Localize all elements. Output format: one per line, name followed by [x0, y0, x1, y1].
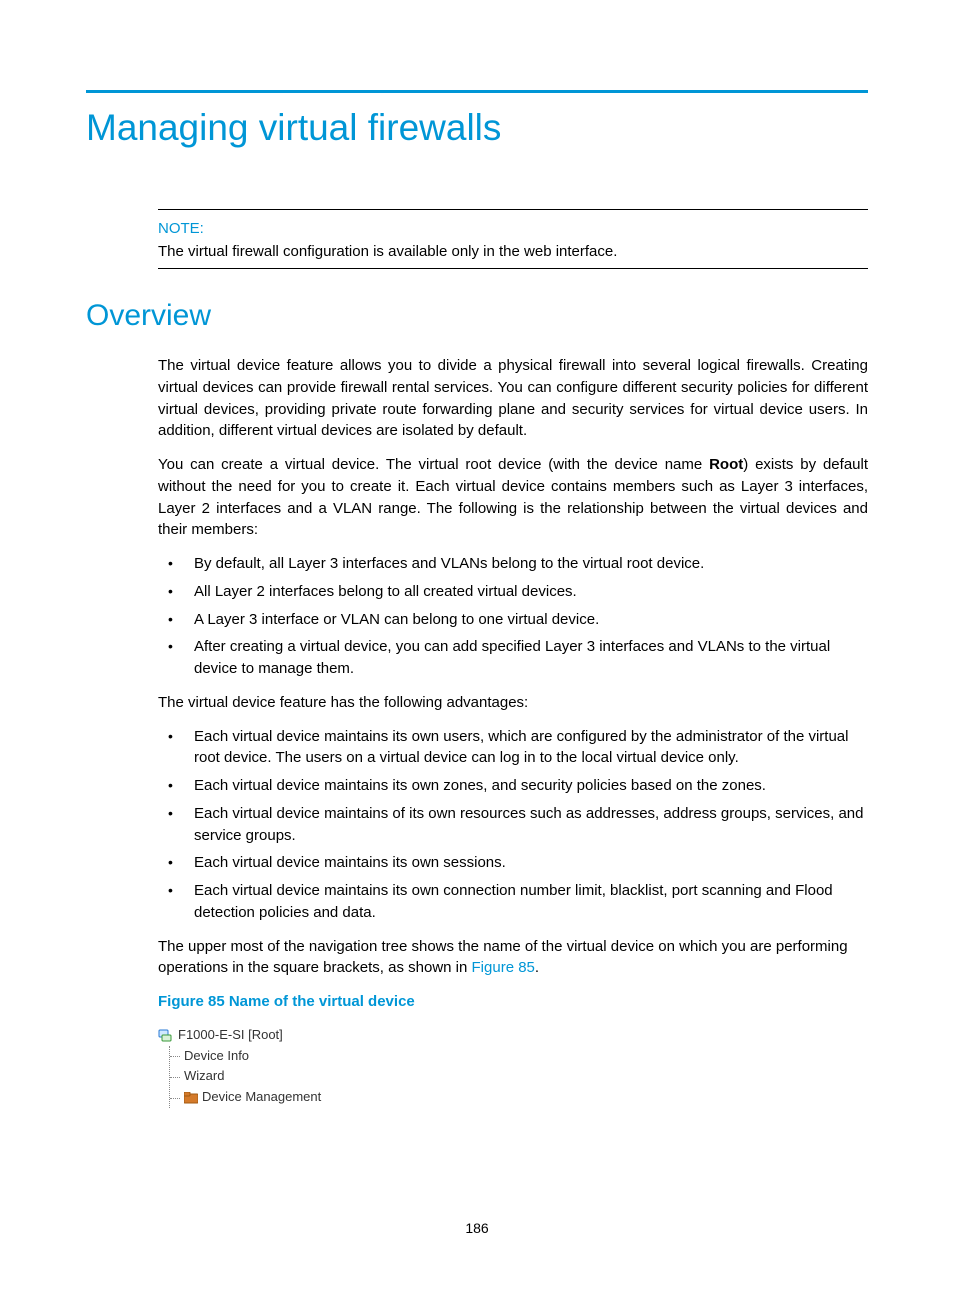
nav-tree-item-label: Wizard — [184, 1066, 224, 1087]
nav-tree-item: Wizard — [170, 1066, 868, 1087]
body-content: The virtual device feature allows you to… — [158, 355, 868, 1108]
page: Managing virtual firewalls NOTE: The vir… — [0, 0, 954, 1296]
device-root-icon — [158, 1028, 172, 1042]
figure-link[interactable]: Figure 85 — [472, 959, 535, 976]
list-item: Each virtual device maintains its own co… — [158, 880, 868, 924]
figure-caption: Figure 85 Name of the virtual device — [158, 991, 868, 1013]
text: . — [535, 959, 539, 976]
nav-tree-root-label: F1000-E-SI [Root] — [178, 1025, 283, 1046]
nav-tree-item: Device Info — [170, 1046, 868, 1067]
nav-tree-root: F1000-E-SI [Root] — [158, 1025, 868, 1046]
list-item: Each virtual device maintains of its own… — [158, 803, 868, 847]
list-item: All Layer 2 interfaces belong to all cre… — [158, 581, 868, 603]
list-item: Each virtual device maintains its own us… — [158, 726, 868, 770]
folder-icon — [184, 1091, 198, 1105]
paragraph: The upper most of the navigation tree sh… — [158, 936, 868, 980]
list-item: By default, all Layer 3 interfaces and V… — [158, 553, 868, 575]
nav-tree-children: Device Info Wizard Device Management — [169, 1046, 868, 1108]
list-item: After creating a virtual device, you can… — [158, 636, 868, 680]
list-item: A Layer 3 interface or VLAN can belong t… — [158, 609, 868, 631]
list-item: Each virtual device maintains its own zo… — [158, 775, 868, 797]
bullet-list: Each virtual device maintains its own us… — [158, 726, 868, 924]
note-block: NOTE: The virtual firewall configuration… — [158, 209, 868, 269]
list-item: Each virtual device maintains its own se… — [158, 852, 868, 874]
paragraph: The virtual device feature has the follo… — [158, 692, 868, 714]
title-rule — [86, 90, 868, 93]
note-label: NOTE: — [158, 220, 868, 237]
paragraph: You can create a virtual device. The vir… — [158, 454, 868, 541]
note-text: The virtual firewall configuration is av… — [158, 243, 868, 260]
nav-tree-item-label: Device Info — [184, 1046, 249, 1067]
section-heading-overview: Overview — [86, 299, 868, 333]
text: You can create a virtual device. The vir… — [158, 456, 709, 473]
bullet-list: By default, all Layer 3 interfaces and V… — [158, 553, 868, 680]
bold-text: Root — [709, 456, 743, 473]
paragraph: The virtual device feature allows you to… — [158, 355, 868, 442]
page-number: 186 — [0, 1220, 954, 1236]
nav-tree-figure: F1000-E-SI [Root] Device Info Wizard — [158, 1025, 868, 1108]
page-title: Managing virtual firewalls — [86, 107, 868, 149]
nav-tree-item-label: Device Management — [202, 1087, 321, 1108]
nav-tree-item: Device Management — [170, 1087, 868, 1108]
